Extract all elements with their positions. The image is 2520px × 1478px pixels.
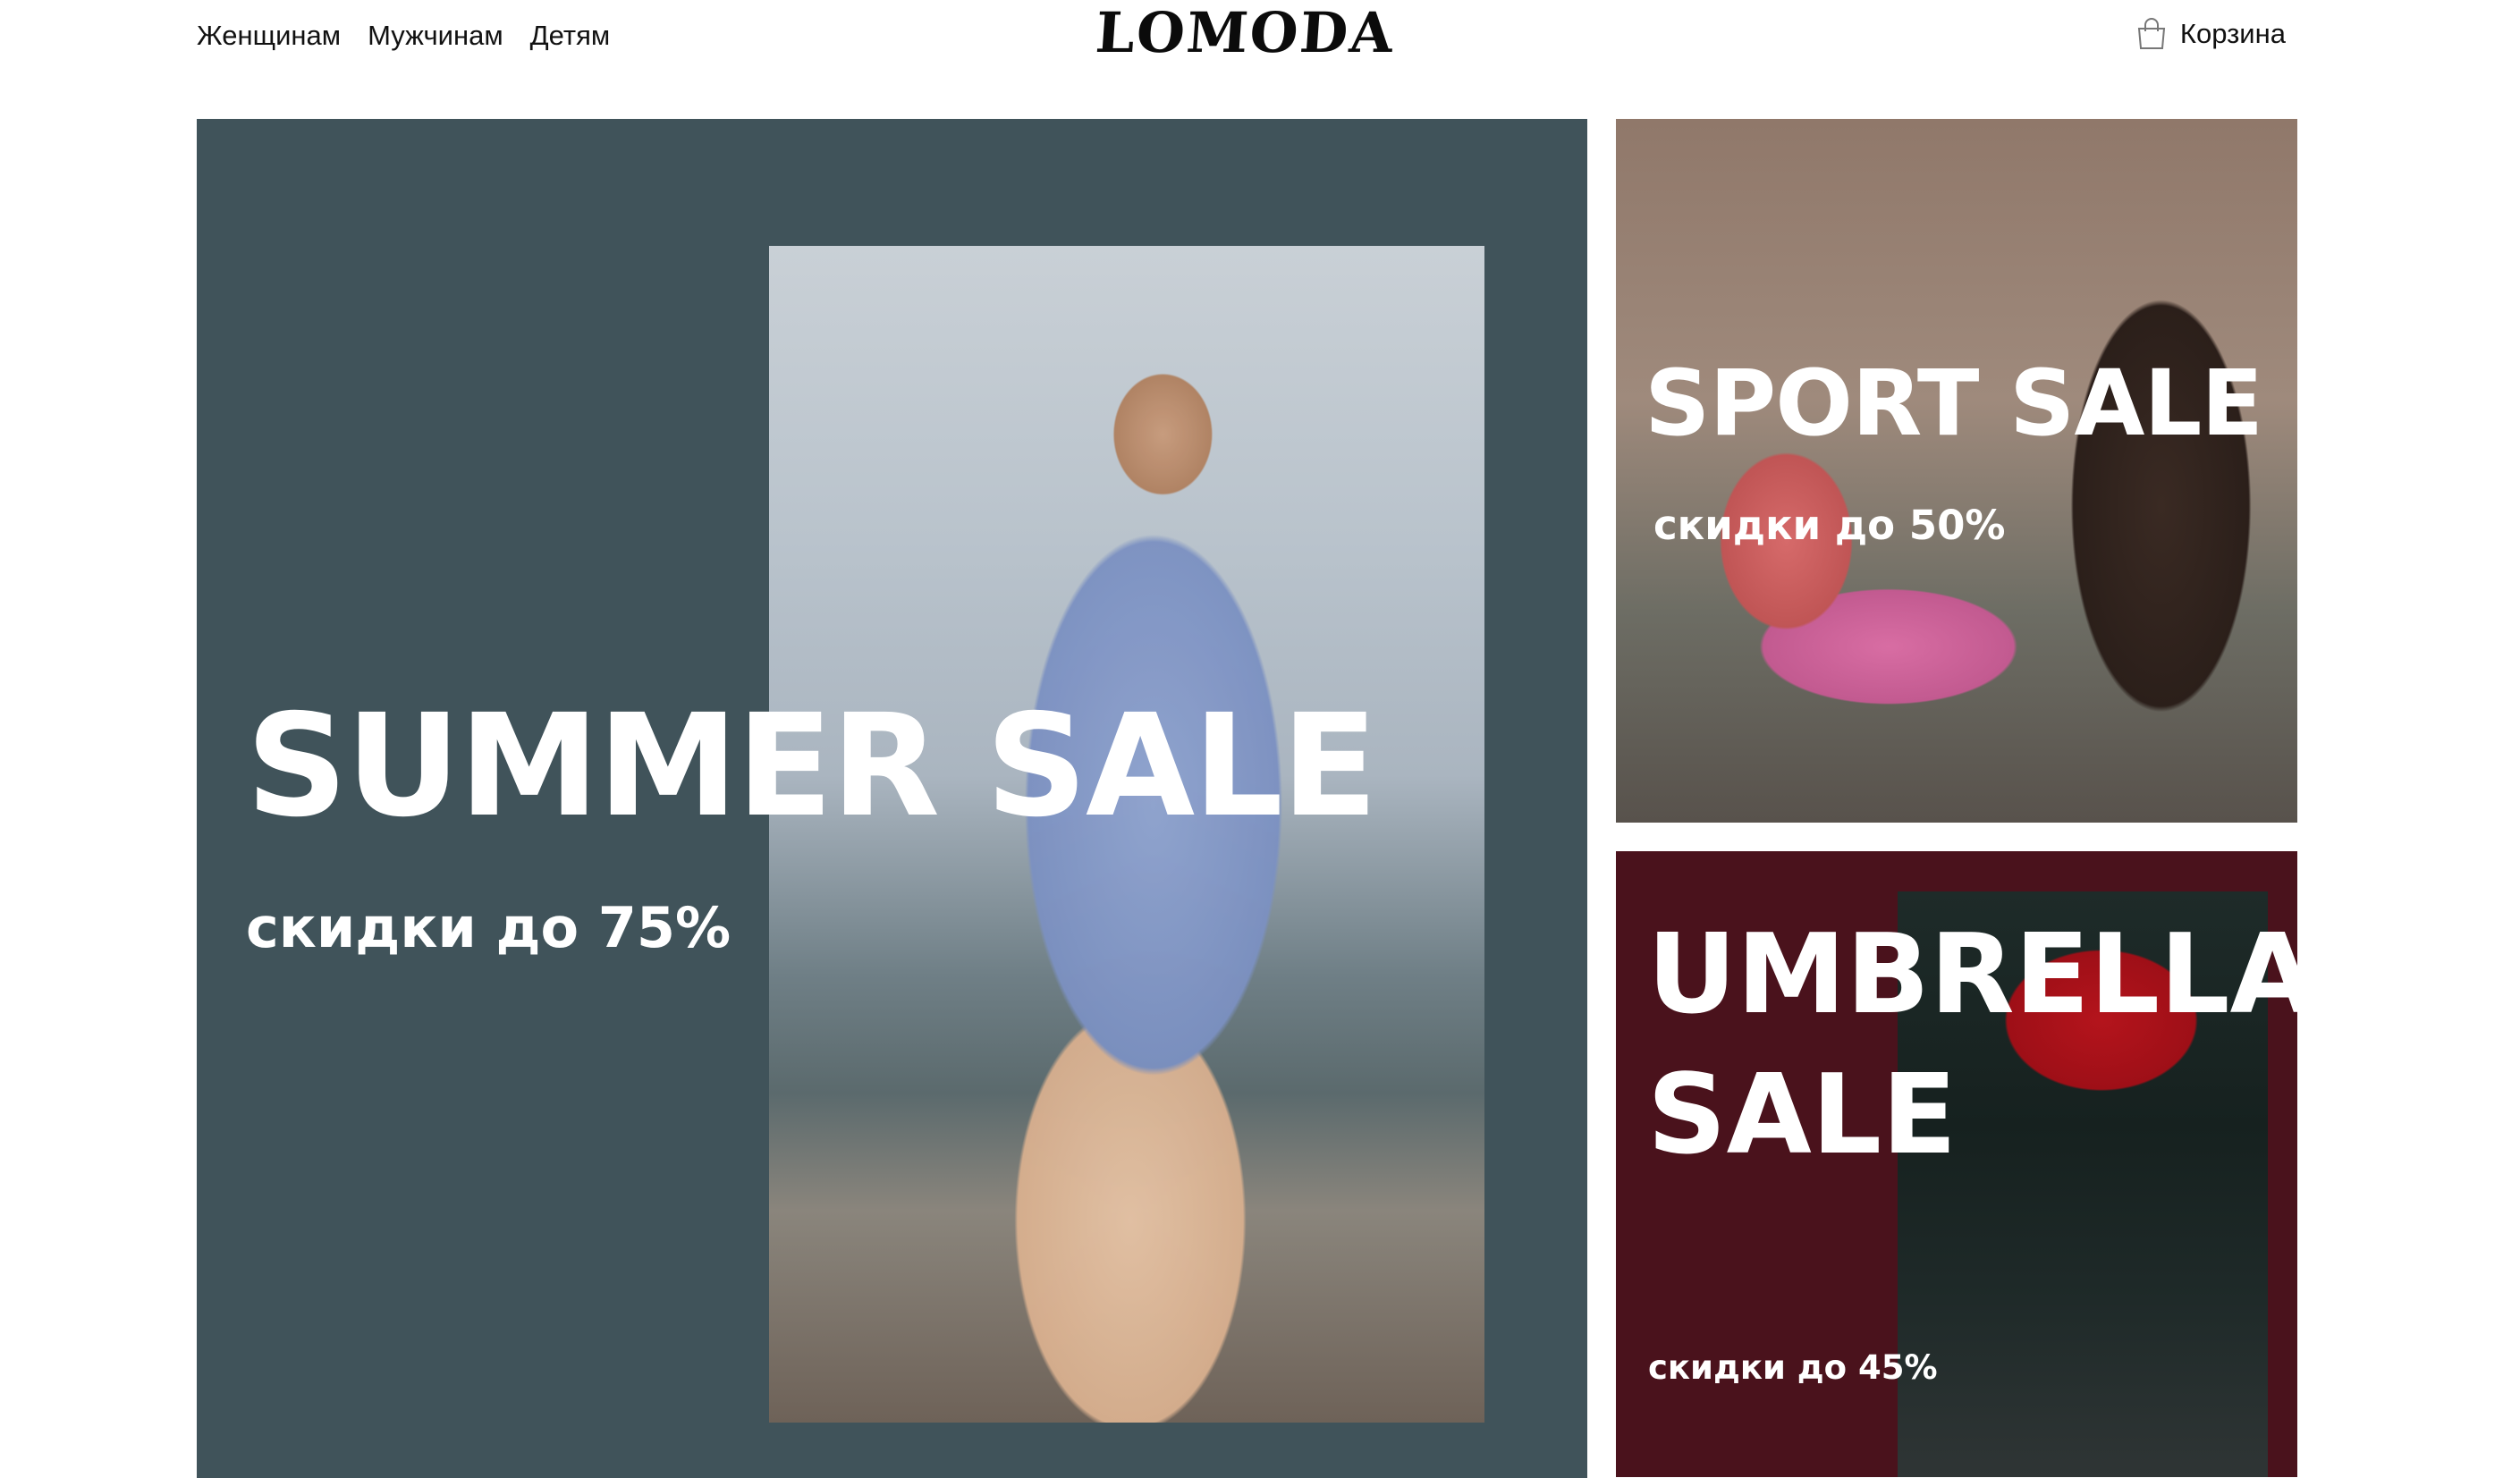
sport-sale-subtitle: скидки до 50% <box>1653 502 2006 549</box>
nav-men-link[interactable]: Мужчинам <box>368 16 503 55</box>
cart-button[interactable]: Корзина <box>2134 14 2286 54</box>
nav-women-link[interactable]: Женщинам <box>197 16 341 55</box>
shopping-bag-icon <box>2134 16 2169 52</box>
sport-sale-title: SPORT SALE <box>1645 350 2263 457</box>
site-logo[interactable]: LOMODA <box>1088 0 1401 65</box>
summer-sale-banner[interactable]: SUMMER SALE скидки до 75% <box>197 119 1587 1478</box>
cart-label: Корзина <box>2179 18 2286 49</box>
umbrella-sale-banner[interactable]: UMBRELLA SALE скидки до 45% <box>1616 851 2297 1477</box>
site-header: Женщинам Мужчинам Детям LOMODA Корзина <box>0 0 2520 107</box>
model-figure <box>921 300 1386 1423</box>
nav-kids-link[interactable]: Детям <box>530 16 611 55</box>
summer-sale-subtitle: скидки до 75% <box>246 895 731 960</box>
summer-sale-title: SUMMER SALE <box>246 684 1378 849</box>
umbrella-sale-title: UMBRELLA SALE <box>1647 911 2297 1180</box>
sport-sale-banner[interactable]: SPORT SALE скидки до 50% <box>1616 119 2297 823</box>
umbrella-sale-subtitle: скидки до 45% <box>1648 1348 1938 1387</box>
main-nav: Женщинам Мужчинам Детям <box>197 16 610 55</box>
sport-sale-photo <box>1616 119 2297 823</box>
